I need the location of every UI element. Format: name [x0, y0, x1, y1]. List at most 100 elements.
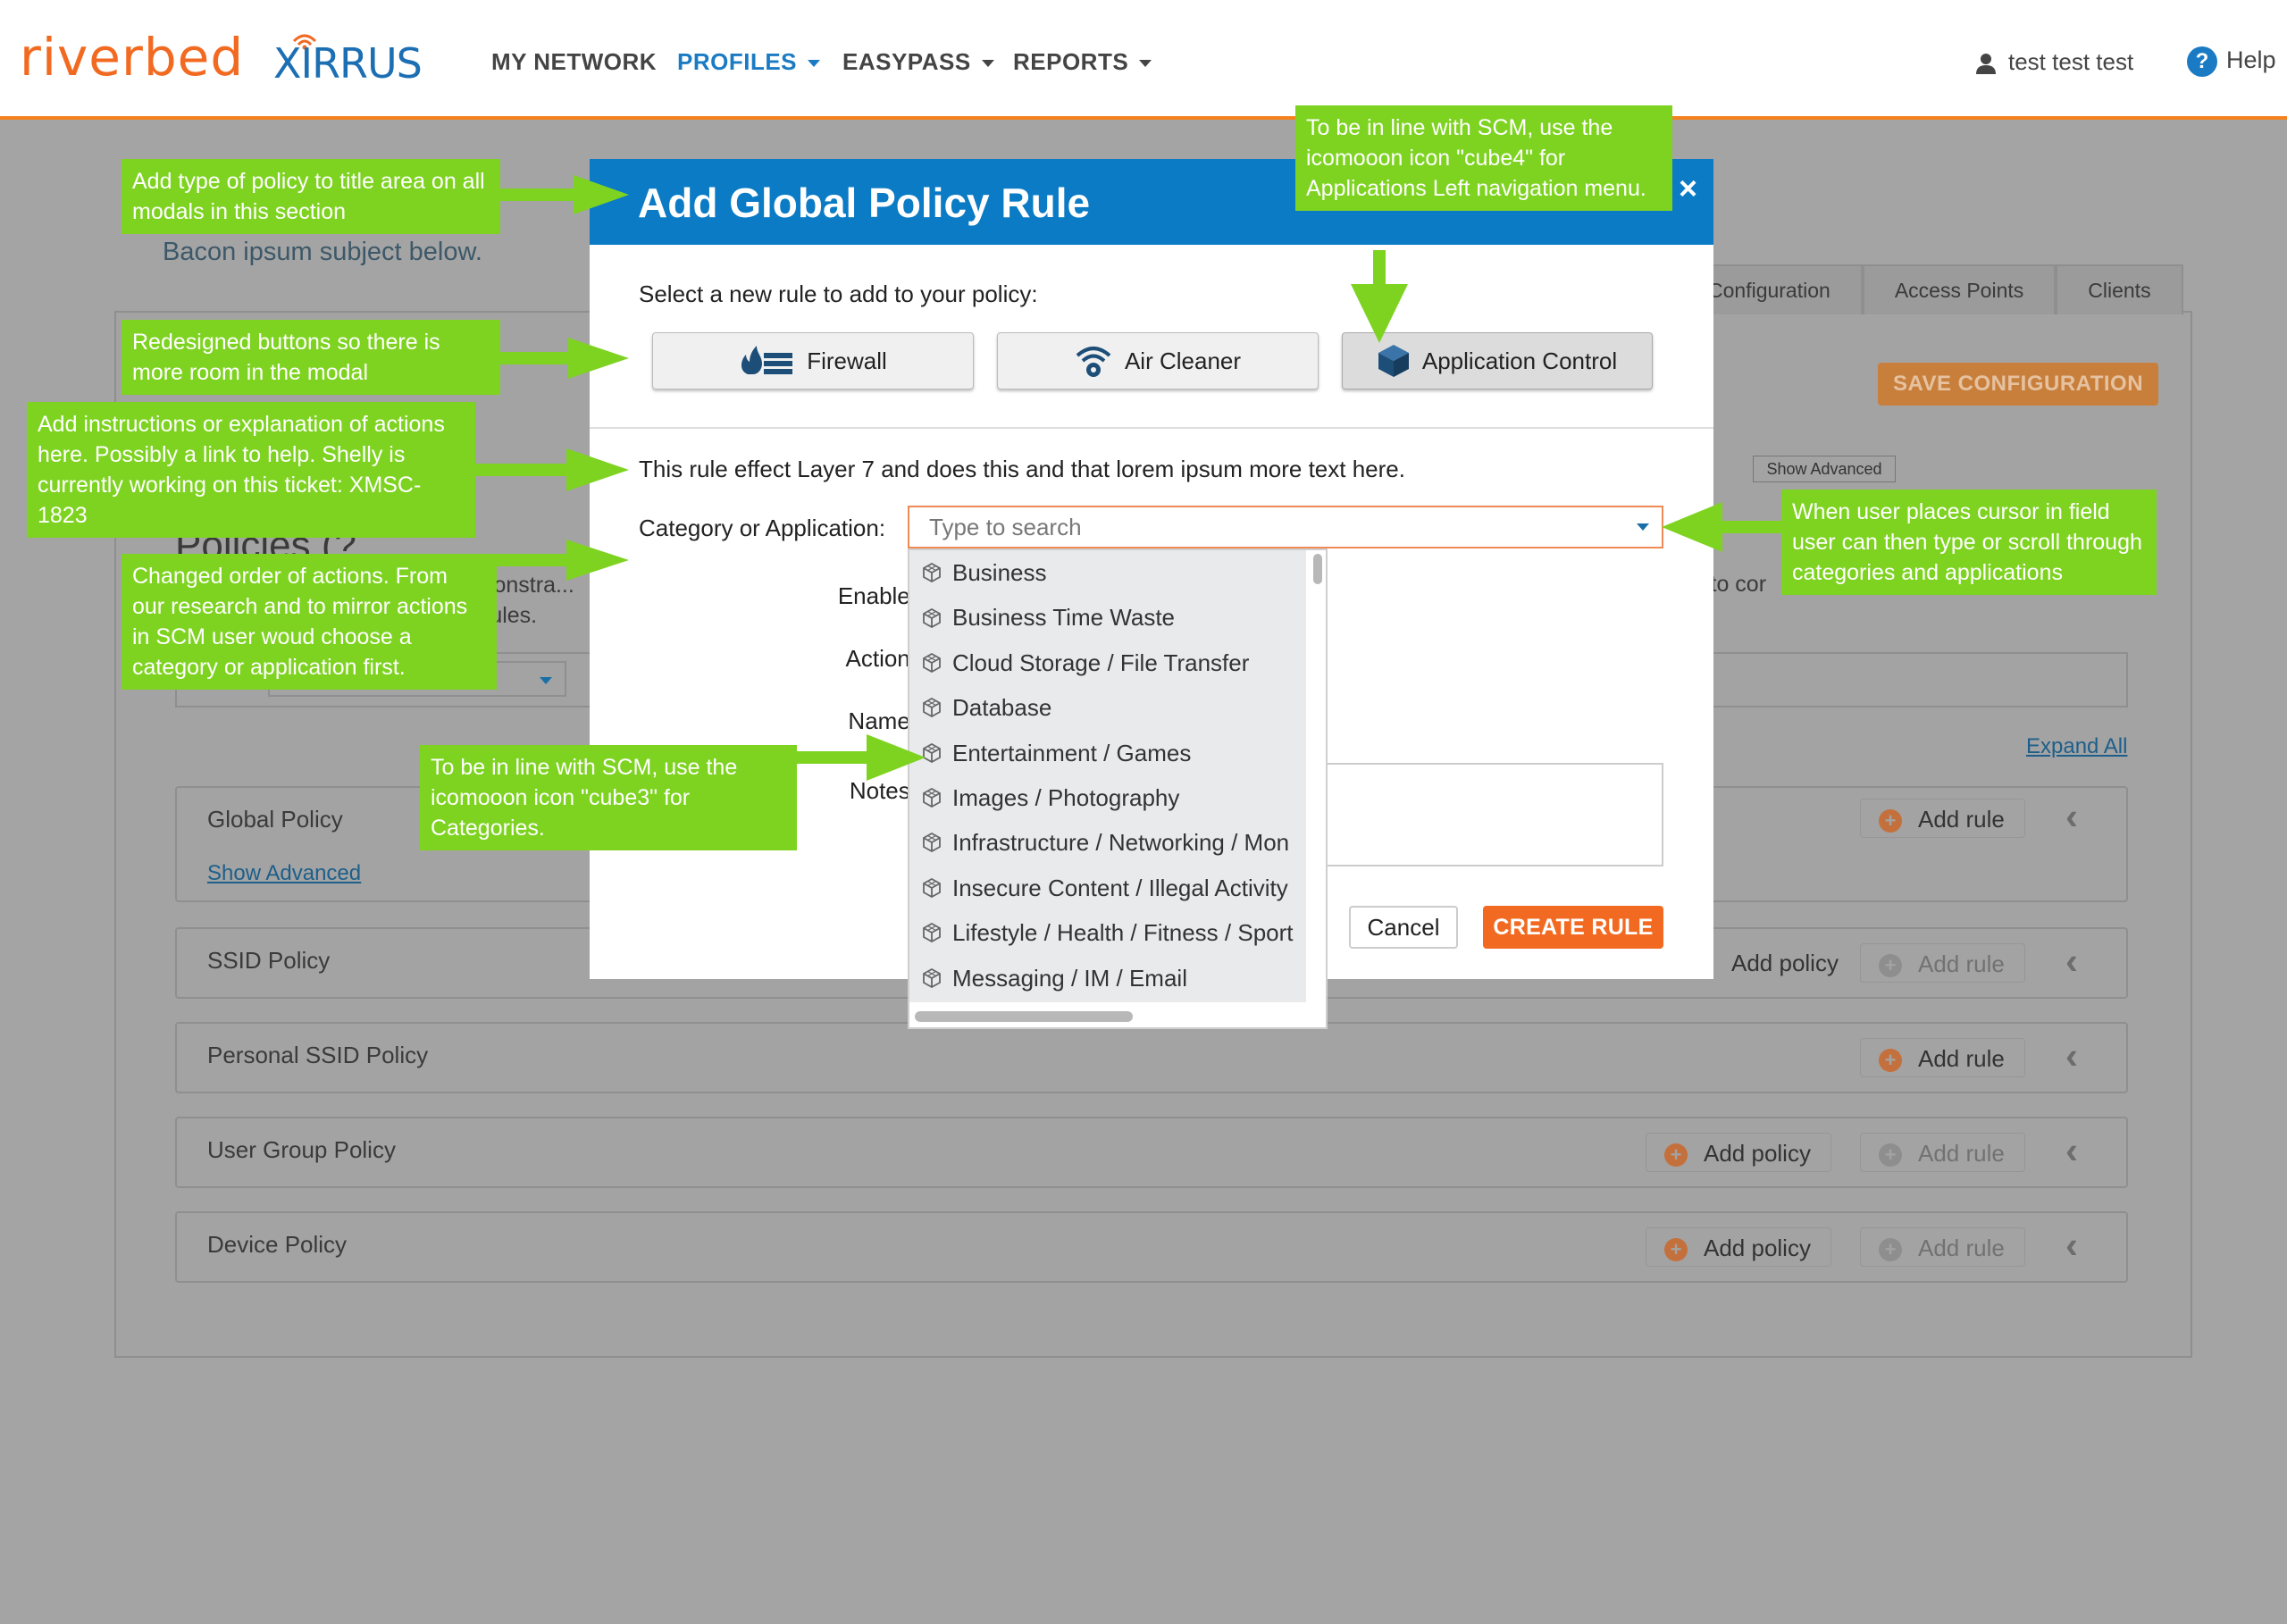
annotation-search: When user places cursor in field user ca…	[1781, 490, 2157, 595]
category-search-input[interactable]: Type to search	[908, 506, 1663, 548]
dropdown-option[interactable]: Business Time Waste	[909, 595, 1306, 640]
dropdown-option[interactable]: Entertainment / Games	[909, 731, 1306, 775]
add-rule-button[interactable]: + Add rule	[1860, 1038, 2025, 1077]
policy-row-device[interactable]: Device Policy + Add policy + Add rule ‹	[175, 1211, 2128, 1283]
plus-circle-icon: +	[1879, 1238, 1902, 1262]
show-advanced-button[interactable]: Show Advanced	[1753, 456, 1896, 482]
cube3-icon	[923, 788, 941, 808]
nav-easypass[interactable]: EASYPASS	[842, 48, 994, 76]
category-dropdown[interactable]: Business Business Time Waste Cloud Storage…	[908, 548, 1328, 1029]
add-policy-button[interactable]: Add policy	[1731, 943, 1858, 983]
page-subtitle: Bacon ipsum subject below.	[163, 238, 482, 266]
help-icon: ?	[2187, 46, 2217, 77]
add-policy-button[interactable]: + Add policy	[1646, 1227, 1831, 1267]
show-advanced-link[interactable]: Show Advanced	[207, 861, 361, 886]
modal-intro-text: Select a new rule to add to your policy:	[639, 280, 1038, 307]
annotation-cube3: To be in line with SCM, use the icomooon…	[420, 745, 797, 850]
notes-label: Notes:	[849, 777, 917, 804]
help-link[interactable]: ? Help	[2187, 46, 2276, 77]
cube3-icon	[923, 877, 941, 898]
policy-name: SSID Policy	[207, 947, 331, 974]
chevron-left-icon[interactable]: ‹	[2065, 940, 2078, 983]
cube4-icon	[1378, 345, 1409, 377]
policy-name: User Group Policy	[207, 1136, 396, 1163]
cube3-icon	[923, 742, 941, 763]
dropdown-option[interactable]: Images / Photography	[909, 775, 1306, 820]
add-rule-button[interactable]: + Add rule	[1860, 1227, 2025, 1267]
cube3-icon	[923, 652, 941, 673]
dropdown-option-label: Business Time Waste	[952, 604, 1176, 632]
chevron-left-icon[interactable]: ‹	[2065, 1224, 2078, 1267]
action-label: Action:	[845, 645, 917, 672]
cube3-icon	[923, 923, 941, 943]
nav-reports[interactable]: REPORTS	[1013, 48, 1152, 76]
tab-bar: Configuration Access Points Clients	[1680, 264, 2183, 314]
add-rule-button[interactable]: + Add rule	[1860, 799, 2025, 838]
dropdown-option-label: Images / Photography	[952, 783, 1180, 811]
policy-row-user-group[interactable]: User Group Policy + Add policy + Add rule …	[175, 1117, 2128, 1188]
dropdown-option-label: Messaging / IM / Email	[952, 964, 1187, 992]
tab-access-points[interactable]: Access Points	[1862, 264, 2057, 314]
expand-all-link[interactable]: Expand All	[2026, 734, 2127, 759]
dropdown-option[interactable]: Database	[909, 685, 1306, 730]
add-policy-button[interactable]: + Add policy	[1646, 1133, 1831, 1172]
dropdown-option-label: Infrastructure / Networking / Mon	[952, 829, 1290, 857]
application-control-rule-button[interactable]: Application Control	[1342, 332, 1653, 389]
add-rule-button[interactable]: + Add rule	[1860, 943, 2025, 983]
policy-name: Global Policy	[207, 806, 343, 833]
dropdown-option[interactable]: Lifestyle / Health / Fitness / Sport	[909, 910, 1306, 955]
horizontal-scrollbar[interactable]	[915, 1011, 1133, 1022]
dropdown-option-label: Insecure Content / Illegal Activity	[952, 874, 1288, 901]
chevron-left-icon[interactable]: ‹	[2065, 1034, 2078, 1077]
enable-label: Enable:	[837, 582, 917, 609]
dropdown-option[interactable]: Messaging / IM / Email	[909, 956, 1306, 1000]
name-label: Name:	[848, 707, 917, 734]
annotation-order: Changed order of actions. From our resea…	[121, 554, 497, 690]
plus-circle-icon: +	[1879, 1143, 1902, 1168]
dropdown-option-label: Lifestyle / Health / Fitness / Sport	[952, 919, 1294, 947]
dropdown-option[interactable]: Cloud Storage / File Transfer	[909, 640, 1306, 685]
air-cleaner-rule-button[interactable]: Air Cleaner	[997, 332, 1319, 389]
chevron-left-icon[interactable]: ‹	[2065, 795, 2078, 838]
chevron-down-icon	[1139, 60, 1152, 68]
air-cleaner-icon	[1076, 347, 1111, 377]
dropdown-option[interactable]: Insecure Content / Illegal Activity	[909, 866, 1306, 910]
cube3-icon	[923, 607, 941, 628]
dropdown-option[interactable]: Business	[909, 550, 1306, 595]
plus-circle-icon: +	[1664, 1238, 1688, 1262]
user-menu[interactable]: test test test	[1976, 48, 2133, 76]
annotation-title-area: Add type of policy to title area on all …	[121, 159, 500, 234]
chevron-down-icon[interactable]	[1637, 523, 1649, 531]
chevron-left-icon[interactable]: ‹	[2065, 1129, 2078, 1172]
chevron-down-icon	[540, 677, 552, 684]
top-navigation: riverbed XIRRUS MY NETWORK PROFILES EASY…	[0, 0, 2287, 120]
nav-profiles[interactable]: PROFILES	[677, 48, 821, 76]
annotation-instructions: Add instructions or explanation of actio…	[27, 402, 475, 538]
modal-instructions: This rule effect Layer 7 and does this a…	[639, 456, 1405, 482]
tab-clients[interactable]: Clients	[2056, 264, 2183, 314]
riverbed-logo: riverbed	[20, 27, 245, 88]
chevron-down-icon	[981, 60, 994, 68]
dropdown-option[interactable]: Infrastructure / Networking / Mon	[909, 820, 1306, 865]
cancel-button[interactable]: Cancel	[1349, 906, 1458, 949]
dropdown-option-label: Business	[952, 559, 1047, 586]
cube3-icon	[923, 563, 941, 583]
plus-circle-icon: +	[1879, 954, 1902, 978]
policy-name: Personal SSID Policy	[207, 1042, 429, 1068]
modal-divider	[590, 427, 1713, 429]
save-configuration-button[interactable]: SAVE CONFIGURATION	[1878, 363, 2158, 406]
cube3-icon	[923, 967, 941, 988]
nav-my-network[interactable]: MY NETWORK	[491, 48, 657, 76]
close-icon[interactable]: ×	[1679, 170, 1697, 207]
policy-row-personal-ssid[interactable]: Personal SSID Policy + Add rule ‹	[175, 1022, 2128, 1093]
xirrus-logo: XIRRUS	[273, 39, 423, 88]
firewall-rule-button[interactable]: Firewall	[652, 332, 974, 389]
notes-textarea[interactable]	[1326, 763, 1663, 866]
create-rule-button[interactable]: CREATE RULE	[1483, 906, 1663, 949]
add-rule-button[interactable]: + Add rule	[1860, 1133, 2025, 1172]
vertical-scrollbar[interactable]	[1313, 554, 1322, 584]
plus-circle-icon: +	[1664, 1143, 1688, 1168]
annotation-cube4: To be in line with SCM, use the icomooon…	[1295, 105, 1672, 211]
chevron-down-icon	[808, 60, 821, 68]
dropdown-option-label: Entertainment / Games	[952, 739, 1192, 766]
